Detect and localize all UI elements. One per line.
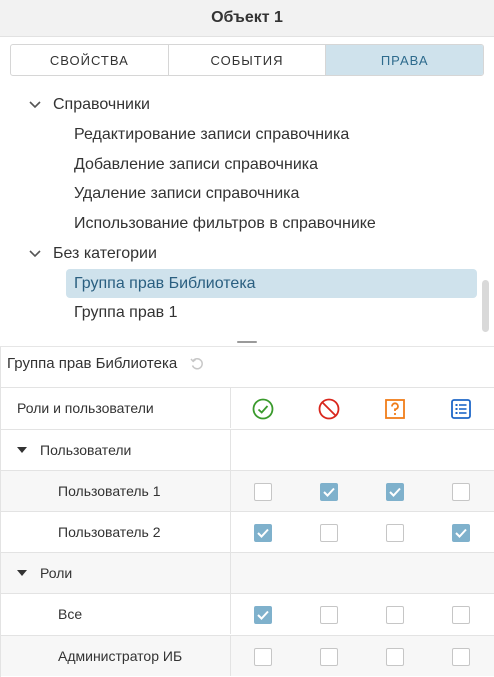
deny-forbidden-icon <box>318 398 340 419</box>
tree-group-uncategorized[interactable]: Без категории <box>26 239 157 268</box>
row-label: Администратор ИБ <box>58 648 183 664</box>
column-header-roles-users: Роли и пользователи <box>17 400 154 416</box>
tree-group-label: Без категории <box>53 244 157 262</box>
caret-down-icon[interactable] <box>17 568 27 578</box>
table-row: Все <box>1 593 494 634</box>
chevron-down-icon[interactable] <box>26 96 44 114</box>
permission-checkbox[interactable] <box>386 605 404 624</box>
permission-checkbox[interactable] <box>320 647 338 666</box>
row-label: Все <box>58 606 83 622</box>
permissions-title: Группа прав Библиотека <box>7 355 205 372</box>
window-title: Объект 1 <box>0 0 494 37</box>
permission-checkbox[interactable] <box>254 647 272 666</box>
grid-group-row[interactable]: Пользователи <box>1 429 494 470</box>
table-row: Администратор ИБ <box>1 635 494 676</box>
tree-item-label: Использование фильтров в справочнике <box>74 214 376 232</box>
tab-bar: СВОЙСТВА СОБЫТИЯ ПРАВА <box>10 44 484 76</box>
permission-checkbox[interactable] <box>452 482 470 501</box>
permissions-title-text: Группа прав Библиотека <box>7 355 178 372</box>
splitter-grip-icon[interactable] <box>237 341 257 343</box>
permission-checkbox[interactable] <box>254 482 272 501</box>
tree-group-label: Справочники <box>53 95 150 113</box>
grid-group-row[interactable]: Роли <box>1 552 494 593</box>
row-label: Пользователь 1 <box>58 483 161 499</box>
permission-checkbox[interactable] <box>254 605 272 624</box>
tree-item-label: Добавление записи справочника <box>74 155 318 173</box>
panel-splitter[interactable] <box>0 337 494 347</box>
tree-item-label: Группа прав 1 <box>74 303 178 321</box>
tree-scrollbar[interactable] <box>482 280 489 332</box>
table-row: Пользователь 1 <box>1 470 494 511</box>
permission-checkbox[interactable] <box>386 523 404 542</box>
tree-item-label: Удаление записи справочника <box>74 184 300 202</box>
allow-column-header <box>245 388 281 429</box>
row-label: Пользователь 2 <box>58 524 161 540</box>
permission-checkbox[interactable] <box>254 523 272 542</box>
chevron-down-icon[interactable] <box>26 245 44 263</box>
tree-item[interactable]: Редактирование записи справочника <box>66 120 477 149</box>
permission-checkbox[interactable] <box>386 482 404 501</box>
reset-icon[interactable] <box>189 356 205 372</box>
tree-item[interactable]: Удаление записи справочника <box>66 179 477 208</box>
tree-item[interactable]: Добавление записи справочника <box>66 150 477 179</box>
tree-item[interactable]: Группа прав 1 <box>66 298 477 327</box>
permission-checkbox[interactable] <box>452 605 470 624</box>
rights-tree: Справочники Редактирование записи справо… <box>0 90 494 335</box>
tree-item-label: Группа прав Библиотека <box>74 274 256 292</box>
grid-header-row: Роли и пользователи <box>1 387 494 428</box>
question-icon <box>385 398 405 419</box>
inherit-column-header <box>377 388 413 429</box>
tree-item[interactable]: Использование фильтров в справочнике <box>66 209 477 238</box>
permissions-grid: Группа прав Библиотека Роли и пользовате… <box>0 347 494 677</box>
permission-checkbox[interactable] <box>320 482 338 501</box>
allow-check-icon <box>252 398 274 419</box>
table-row: Пользователь 2 <box>1 511 494 552</box>
list-icon <box>451 398 471 419</box>
tree-group-dictionaries[interactable]: Справочники <box>26 90 150 119</box>
tree-item-label: Редактирование записи справочника <box>74 125 350 143</box>
tree-item-selected[interactable]: Группа прав Библиотека <box>66 269 477 298</box>
tab-events[interactable]: СОБЫТИЯ <box>169 45 327 75</box>
permission-checkbox[interactable] <box>320 605 338 624</box>
tab-properties[interactable]: СВОЙСТВА <box>11 45 169 75</box>
group-label: Пользователи <box>40 442 132 458</box>
permission-checkbox[interactable] <box>452 647 470 666</box>
list-column-header <box>443 388 479 429</box>
caret-down-icon[interactable] <box>17 445 27 455</box>
permission-checkbox[interactable] <box>386 647 404 666</box>
permission-checkbox[interactable] <box>320 523 338 542</box>
group-label: Роли <box>40 565 73 581</box>
tab-rights[interactable]: ПРАВА <box>326 45 483 75</box>
deny-column-header <box>311 388 347 429</box>
permission-checkbox[interactable] <box>452 523 470 542</box>
